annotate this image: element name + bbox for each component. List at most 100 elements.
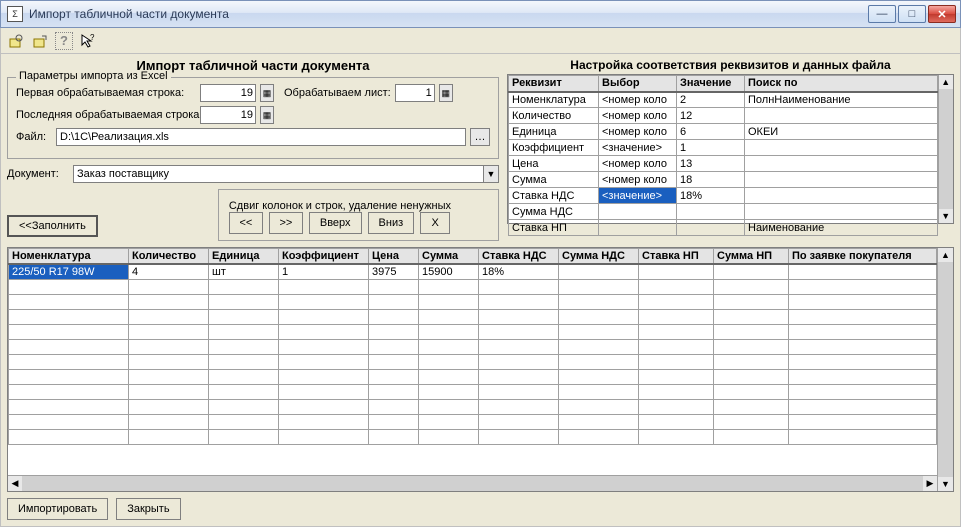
- grid-cell[interactable]: [369, 340, 419, 355]
- scroll-right-icon[interactable]: ▶: [923, 476, 937, 491]
- grid-header[interactable]: Сумма: [419, 249, 479, 265]
- grid-cell[interactable]: [639, 415, 714, 430]
- last-row-spinner[interactable]: ▦: [260, 106, 274, 124]
- grid-cell[interactable]: [209, 385, 279, 400]
- map-cell[interactable]: 13: [677, 156, 745, 172]
- grid-cell[interactable]: [639, 310, 714, 325]
- map-cell[interactable]: Цена: [509, 156, 599, 172]
- grid-header[interactable]: Единица: [209, 249, 279, 265]
- grid-cell[interactable]: [209, 400, 279, 415]
- grid-cell[interactable]: [209, 370, 279, 385]
- last-row-input[interactable]: [200, 106, 256, 124]
- grid-cell[interactable]: [714, 355, 789, 370]
- import-button[interactable]: Импортировать: [7, 498, 108, 520]
- grid-cell[interactable]: [789, 264, 937, 280]
- grid-cell[interactable]: [479, 340, 559, 355]
- grid-cell[interactable]: [419, 370, 479, 385]
- grid-cell[interactable]: [559, 310, 639, 325]
- grid-cell[interactable]: [789, 430, 937, 445]
- map-cell[interactable]: Сумма: [509, 172, 599, 188]
- grid-cell[interactable]: [209, 295, 279, 310]
- scroll-up-icon[interactable]: ▲: [938, 248, 953, 262]
- grid-cell[interactable]: [279, 400, 369, 415]
- grid-cell[interactable]: [129, 370, 209, 385]
- grid-cell[interactable]: 15900: [419, 264, 479, 280]
- grid-cell[interactable]: [559, 280, 639, 295]
- grid-cell[interactable]: [714, 310, 789, 325]
- grid-cell[interactable]: [714, 295, 789, 310]
- grid-cell[interactable]: [9, 310, 129, 325]
- grid-cell[interactable]: 225/50 R17 98W: [9, 264, 129, 280]
- grid-row[interactable]: [9, 280, 937, 295]
- grid-cell[interactable]: шт: [209, 264, 279, 280]
- map-row[interactable]: Сумма НДС: [509, 204, 938, 220]
- grid-cell[interactable]: [789, 370, 937, 385]
- map-cell[interactable]: 12: [677, 108, 745, 124]
- grid-cell[interactable]: [479, 295, 559, 310]
- grid-cell[interactable]: [559, 415, 639, 430]
- shift-down-button[interactable]: Вниз: [368, 212, 415, 234]
- grid-cell[interactable]: [714, 370, 789, 385]
- map-row[interactable]: Номенклатура<номер коло2ПолнНаименование: [509, 92, 938, 108]
- grid-cell[interactable]: [559, 325, 639, 340]
- map-cell[interactable]: ПолнНаименование: [745, 92, 938, 108]
- grid-cell[interactable]: [479, 400, 559, 415]
- grid-cell[interactable]: [789, 280, 937, 295]
- grid-cell[interactable]: [479, 370, 559, 385]
- map-row[interactable]: Количество<номер коло12: [509, 108, 938, 124]
- map-row[interactable]: Ставка НДС<значение>18%: [509, 188, 938, 204]
- grid-cell[interactable]: [369, 295, 419, 310]
- shift-up-button[interactable]: Вверх: [309, 212, 362, 234]
- grid-cell[interactable]: [419, 400, 479, 415]
- grid-cell[interactable]: 18%: [479, 264, 559, 280]
- grid-cell[interactable]: [559, 264, 639, 280]
- grid-cell[interactable]: [279, 430, 369, 445]
- grid-cell[interactable]: [639, 280, 714, 295]
- grid-cell[interactable]: [789, 415, 937, 430]
- map-cell[interactable]: [745, 140, 938, 156]
- file-input[interactable]: [56, 128, 466, 146]
- grid-row[interactable]: [9, 400, 937, 415]
- map-row[interactable]: Коэффициент<значение>1: [509, 140, 938, 156]
- grid-cell[interactable]: [279, 340, 369, 355]
- mapping-table[interactable]: Реквизит Выбор Значение Поиск по Номенкл…: [508, 75, 938, 236]
- map-cell[interactable]: 1: [677, 140, 745, 156]
- grid-cell[interactable]: [369, 370, 419, 385]
- grid-cell[interactable]: [369, 385, 419, 400]
- grid-cell[interactable]: [129, 280, 209, 295]
- grid-cell[interactable]: [479, 415, 559, 430]
- grid-cell[interactable]: [129, 355, 209, 370]
- grid-cell[interactable]: [559, 400, 639, 415]
- grid-row[interactable]: [9, 415, 937, 430]
- document-dropdown-icon[interactable]: ▼: [483, 165, 499, 183]
- grid-cell[interactable]: [559, 355, 639, 370]
- map-cell[interactable]: Коэффициент: [509, 140, 599, 156]
- map-cell[interactable]: [599, 204, 677, 220]
- first-row-spinner[interactable]: ▦: [260, 84, 274, 102]
- grid-row[interactable]: [9, 430, 937, 445]
- map-cell[interactable]: [745, 172, 938, 188]
- grid-row[interactable]: [9, 310, 937, 325]
- grid-cell[interactable]: [714, 280, 789, 295]
- grid-cell[interactable]: [279, 280, 369, 295]
- grid-cell[interactable]: [369, 310, 419, 325]
- grid-cell[interactable]: [479, 355, 559, 370]
- grid-cell[interactable]: [419, 295, 479, 310]
- grid-cell[interactable]: [9, 340, 129, 355]
- grid-cell[interactable]: [369, 325, 419, 340]
- grid-cell[interactable]: [279, 355, 369, 370]
- map-cell[interactable]: <номер коло: [599, 156, 677, 172]
- shift-right-button[interactable]: >>: [269, 212, 303, 234]
- grid-cell[interactable]: [9, 325, 129, 340]
- grid-cell[interactable]: [639, 430, 714, 445]
- grid-cell[interactable]: [479, 310, 559, 325]
- map-header-value[interactable]: Значение: [677, 76, 745, 92]
- grid-cell[interactable]: [559, 295, 639, 310]
- grid-row[interactable]: [9, 370, 937, 385]
- grid-cell[interactable]: [209, 430, 279, 445]
- grid-cell[interactable]: [419, 310, 479, 325]
- grid-cell[interactable]: [479, 430, 559, 445]
- grid-cell[interactable]: [129, 385, 209, 400]
- grid-cell[interactable]: [279, 295, 369, 310]
- maximize-button[interactable]: □: [898, 5, 926, 23]
